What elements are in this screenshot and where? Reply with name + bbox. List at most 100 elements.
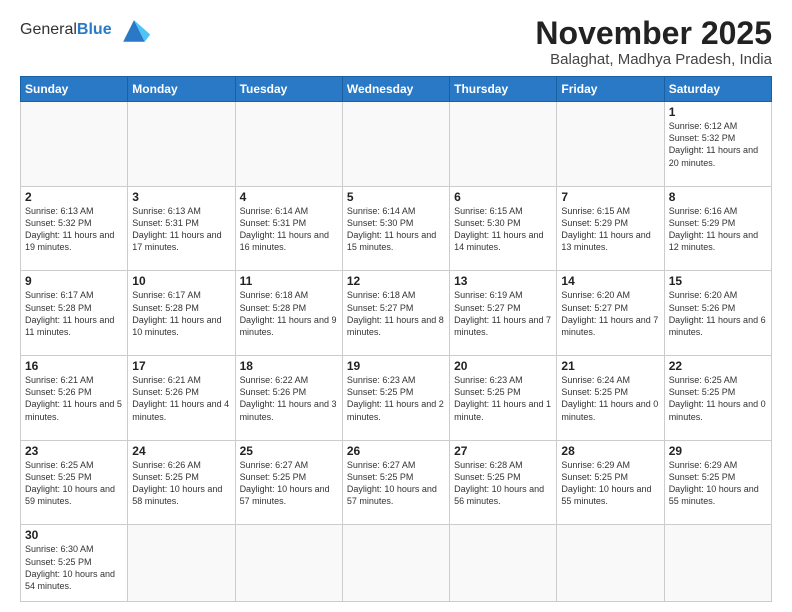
- day-info: Sunrise: 6:20 AM Sunset: 5:27 PM Dayligh…: [561, 289, 659, 338]
- table-row: 4Sunrise: 6:14 AM Sunset: 5:31 PM Daylig…: [235, 186, 342, 271]
- calendar: Sunday Monday Tuesday Wednesday Thursday…: [20, 76, 772, 602]
- day-info: Sunrise: 6:28 AM Sunset: 5:25 PM Dayligh…: [454, 459, 552, 508]
- day-number: 10: [132, 274, 230, 288]
- day-info: Sunrise: 6:13 AM Sunset: 5:31 PM Dayligh…: [132, 205, 230, 254]
- header-tuesday: Tuesday: [235, 77, 342, 102]
- header-thursday: Thursday: [450, 77, 557, 102]
- table-row: 12Sunrise: 6:18 AM Sunset: 5:27 PM Dayli…: [342, 271, 449, 356]
- logo: GeneralBlue: [20, 16, 152, 44]
- table-row: 5Sunrise: 6:14 AM Sunset: 5:30 PM Daylig…: [342, 186, 449, 271]
- day-info: Sunrise: 6:21 AM Sunset: 5:26 PM Dayligh…: [25, 374, 123, 423]
- table-row: 10Sunrise: 6:17 AM Sunset: 5:28 PM Dayli…: [128, 271, 235, 356]
- table-row: 7Sunrise: 6:15 AM Sunset: 5:29 PM Daylig…: [557, 186, 664, 271]
- day-number: 11: [240, 274, 338, 288]
- header: GeneralBlue November 2025 Balaghat, Madh…: [20, 16, 772, 68]
- table-row: [557, 102, 664, 187]
- header-friday: Friday: [557, 77, 664, 102]
- page: GeneralBlue November 2025 Balaghat, Madh…: [0, 0, 792, 612]
- day-number: 21: [561, 359, 659, 373]
- day-number: 14: [561, 274, 659, 288]
- table-row: 23Sunrise: 6:25 AM Sunset: 5:25 PM Dayli…: [21, 440, 128, 525]
- table-row: 18Sunrise: 6:22 AM Sunset: 5:26 PM Dayli…: [235, 356, 342, 441]
- subtitle: Balaghat, Madhya Pradesh, India: [535, 51, 772, 68]
- day-number: 12: [347, 274, 445, 288]
- day-number: 16: [25, 359, 123, 373]
- day-info: Sunrise: 6:15 AM Sunset: 5:30 PM Dayligh…: [454, 205, 552, 254]
- day-number: 28: [561, 444, 659, 458]
- day-info: Sunrise: 6:25 AM Sunset: 5:25 PM Dayligh…: [25, 459, 123, 508]
- table-row: 8Sunrise: 6:16 AM Sunset: 5:29 PM Daylig…: [664, 186, 771, 271]
- table-row: 20Sunrise: 6:23 AM Sunset: 5:25 PM Dayli…: [450, 356, 557, 441]
- day-number: 26: [347, 444, 445, 458]
- day-number: 18: [240, 359, 338, 373]
- day-number: 19: [347, 359, 445, 373]
- table-row: 30Sunrise: 6:30 AM Sunset: 5:25 PM Dayli…: [21, 525, 128, 602]
- header-monday: Monday: [128, 77, 235, 102]
- table-row: 2Sunrise: 6:13 AM Sunset: 5:32 PM Daylig…: [21, 186, 128, 271]
- day-number: 13: [454, 274, 552, 288]
- day-number: 25: [240, 444, 338, 458]
- day-number: 24: [132, 444, 230, 458]
- day-info: Sunrise: 6:27 AM Sunset: 5:25 PM Dayligh…: [240, 459, 338, 508]
- month-title: November 2025: [535, 16, 772, 51]
- day-info: Sunrise: 6:18 AM Sunset: 5:28 PM Dayligh…: [240, 289, 338, 338]
- day-info: Sunrise: 6:18 AM Sunset: 5:27 PM Dayligh…: [347, 289, 445, 338]
- table-row: [342, 525, 449, 602]
- table-row: [450, 525, 557, 602]
- day-info: Sunrise: 6:21 AM Sunset: 5:26 PM Dayligh…: [132, 374, 230, 423]
- day-number: 23: [25, 444, 123, 458]
- table-row: [557, 525, 664, 602]
- table-row: 28Sunrise: 6:29 AM Sunset: 5:25 PM Dayli…: [557, 440, 664, 525]
- table-row: [128, 102, 235, 187]
- day-number: 4: [240, 190, 338, 204]
- table-row: 22Sunrise: 6:25 AM Sunset: 5:25 PM Dayli…: [664, 356, 771, 441]
- day-info: Sunrise: 6:25 AM Sunset: 5:25 PM Dayligh…: [669, 374, 767, 423]
- day-info: Sunrise: 6:26 AM Sunset: 5:25 PM Dayligh…: [132, 459, 230, 508]
- header-wednesday: Wednesday: [342, 77, 449, 102]
- day-info: Sunrise: 6:29 AM Sunset: 5:25 PM Dayligh…: [561, 459, 659, 508]
- day-info: Sunrise: 6:13 AM Sunset: 5:32 PM Dayligh…: [25, 205, 123, 254]
- table-row: 1Sunrise: 6:12 AM Sunset: 5:32 PM Daylig…: [664, 102, 771, 187]
- day-info: Sunrise: 6:17 AM Sunset: 5:28 PM Dayligh…: [25, 289, 123, 338]
- day-number: 29: [669, 444, 767, 458]
- day-number: 1: [669, 105, 767, 119]
- day-number: 27: [454, 444, 552, 458]
- day-number: 30: [25, 528, 123, 542]
- table-row: 16Sunrise: 6:21 AM Sunset: 5:26 PM Dayli…: [21, 356, 128, 441]
- table-row: 6Sunrise: 6:15 AM Sunset: 5:30 PM Daylig…: [450, 186, 557, 271]
- table-row: 25Sunrise: 6:27 AM Sunset: 5:25 PM Dayli…: [235, 440, 342, 525]
- table-row: [128, 525, 235, 602]
- day-info: Sunrise: 6:30 AM Sunset: 5:25 PM Dayligh…: [25, 543, 123, 592]
- day-info: Sunrise: 6:15 AM Sunset: 5:29 PM Dayligh…: [561, 205, 659, 254]
- day-number: 3: [132, 190, 230, 204]
- table-row: 21Sunrise: 6:24 AM Sunset: 5:25 PM Dayli…: [557, 356, 664, 441]
- day-number: 2: [25, 190, 123, 204]
- day-info: Sunrise: 6:27 AM Sunset: 5:25 PM Dayligh…: [347, 459, 445, 508]
- header-saturday: Saturday: [664, 77, 771, 102]
- table-row: [235, 102, 342, 187]
- day-number: 6: [454, 190, 552, 204]
- day-info: Sunrise: 6:24 AM Sunset: 5:25 PM Dayligh…: [561, 374, 659, 423]
- title-block: November 2025 Balaghat, Madhya Pradesh, …: [535, 16, 772, 68]
- logo-icon: [116, 16, 152, 44]
- table-row: [342, 102, 449, 187]
- day-number: 17: [132, 359, 230, 373]
- logo-text: GeneralBlue: [20, 21, 112, 39]
- table-row: [235, 525, 342, 602]
- day-info: Sunrise: 6:17 AM Sunset: 5:28 PM Dayligh…: [132, 289, 230, 338]
- table-row: [21, 102, 128, 187]
- table-row: 17Sunrise: 6:21 AM Sunset: 5:26 PM Dayli…: [128, 356, 235, 441]
- day-info: Sunrise: 6:14 AM Sunset: 5:31 PM Dayligh…: [240, 205, 338, 254]
- day-info: Sunrise: 6:29 AM Sunset: 5:25 PM Dayligh…: [669, 459, 767, 508]
- day-number: 5: [347, 190, 445, 204]
- table-row: 19Sunrise: 6:23 AM Sunset: 5:25 PM Dayli…: [342, 356, 449, 441]
- weekday-header-row: Sunday Monday Tuesday Wednesday Thursday…: [21, 77, 772, 102]
- table-row: 14Sunrise: 6:20 AM Sunset: 5:27 PM Dayli…: [557, 271, 664, 356]
- table-row: 24Sunrise: 6:26 AM Sunset: 5:25 PM Dayli…: [128, 440, 235, 525]
- day-number: 15: [669, 274, 767, 288]
- day-info: Sunrise: 6:23 AM Sunset: 5:25 PM Dayligh…: [347, 374, 445, 423]
- table-row: 29Sunrise: 6:29 AM Sunset: 5:25 PM Dayli…: [664, 440, 771, 525]
- table-row: [450, 102, 557, 187]
- table-row: 11Sunrise: 6:18 AM Sunset: 5:28 PM Dayli…: [235, 271, 342, 356]
- table-row: 3Sunrise: 6:13 AM Sunset: 5:31 PM Daylig…: [128, 186, 235, 271]
